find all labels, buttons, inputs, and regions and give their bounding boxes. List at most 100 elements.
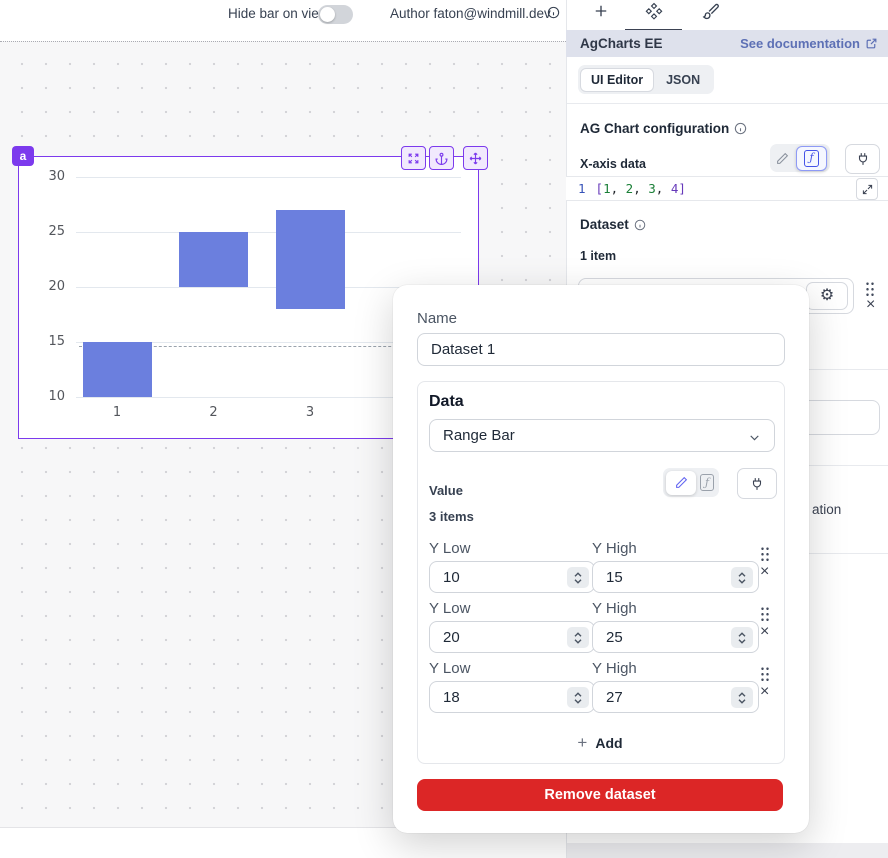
y-low-value: 18 xyxy=(443,689,460,706)
config-info-icon[interactable] xyxy=(734,122,747,135)
panel-divider xyxy=(567,103,888,104)
plug-icon xyxy=(750,477,764,491)
tab-ui-editor[interactable]: UI Editor xyxy=(580,68,654,92)
config-section-title: AG Chart configuration xyxy=(580,121,747,136)
xaxis-static-pencil-button[interactable] xyxy=(773,152,792,165)
y-high-label: Y High xyxy=(592,540,637,557)
hide-bar-label: Hide bar on view xyxy=(228,6,329,21)
pencil-icon xyxy=(776,152,789,165)
xaxis-data-label: X-axis data xyxy=(580,157,646,171)
app-editor-screen: Hide bar on view Author faton@windmill.d… xyxy=(0,0,888,858)
gear-icon: ⚙ xyxy=(820,288,834,304)
y-low-input[interactable]: 10 xyxy=(429,561,595,593)
y-high-value: 25 xyxy=(606,629,623,646)
y-high-input[interactable]: 25 xyxy=(592,621,759,653)
plug-icon xyxy=(856,152,870,166)
y-low-input[interactable]: 20 xyxy=(429,621,595,653)
author-info-icon[interactable] xyxy=(547,6,560,19)
hide-bar-toggle[interactable] xyxy=(318,5,353,24)
y-high-value: 15 xyxy=(606,569,623,586)
component-id-badge: a xyxy=(12,146,34,166)
row-drag-handle[interactable] xyxy=(760,546,770,562)
expand-component-button[interactable] xyxy=(401,146,426,170)
row-remove-icon[interactable]: × xyxy=(760,685,769,699)
x-axis-tick-label: 1 xyxy=(102,405,132,420)
dataset-remove-icon[interactable]: × xyxy=(866,298,875,312)
xaxis-eval-fx-button[interactable]: ƒ xyxy=(796,146,827,171)
code-expand-button[interactable] xyxy=(856,178,878,200)
move-component-button[interactable] xyxy=(463,146,488,170)
see-documentation-link[interactable]: See documentation xyxy=(740,36,878,51)
row-drag-handle[interactable] xyxy=(760,666,770,682)
number-stepper[interactable] xyxy=(567,687,589,708)
items-count-label: 3 items xyxy=(429,509,474,524)
y-high-input[interactable]: 27 xyxy=(592,681,759,713)
add-component-tab[interactable] xyxy=(592,2,610,20)
y-low-value: 20 xyxy=(443,629,460,646)
value-eval-fx-button[interactable]: ƒ xyxy=(698,474,716,491)
range-bar xyxy=(276,210,345,309)
number-stepper[interactable] xyxy=(567,627,589,648)
y-high-input[interactable]: 15 xyxy=(592,561,759,593)
remove-dataset-button[interactable]: Remove dataset xyxy=(417,779,783,811)
value-static-pencil-button[interactable] xyxy=(666,471,696,495)
chevron-down-icon xyxy=(748,431,761,444)
name-label: Name xyxy=(417,310,457,327)
row-drag-handle[interactable] xyxy=(760,606,770,622)
anchor-component-button[interactable] xyxy=(429,146,454,170)
fx-icon: ƒ xyxy=(700,474,714,491)
xaxis-code-editor[interactable]: 1 [1, 2, 3, 4] xyxy=(566,176,888,201)
y-low-label: Y Low xyxy=(429,660,470,677)
maximize-icon xyxy=(862,184,873,195)
chart-type-select[interactable]: Range Bar xyxy=(429,419,775,452)
y-axis-tick-label: 25 xyxy=(23,224,65,239)
number-stepper[interactable] xyxy=(567,567,589,588)
dataset-count-label: 1 item xyxy=(580,249,616,263)
truncated-panel-text: ation xyxy=(812,502,841,517)
y-axis-tick-label: 30 xyxy=(23,169,65,184)
tab-json[interactable]: JSON xyxy=(654,69,712,91)
author-label: Author faton@windmill.dev xyxy=(390,6,551,21)
xaxis-input-mode-group: ƒ xyxy=(770,144,830,172)
range-bar xyxy=(179,232,248,287)
fx-icon: ƒ xyxy=(804,150,818,167)
add-label: Add xyxy=(595,735,622,751)
x-axis-tick-label: 3 xyxy=(295,405,325,420)
x-axis-tick-label: 2 xyxy=(199,405,229,420)
data-heading: Data xyxy=(429,393,464,411)
styling-brush-tab[interactable] xyxy=(702,2,720,20)
y-high-value: 27 xyxy=(606,689,623,706)
see-documentation-label: See documentation xyxy=(740,36,860,51)
panel-title: AgCharts EE xyxy=(580,36,663,51)
y-axis-tick-label: 15 xyxy=(23,334,65,349)
components-tab[interactable] xyxy=(645,2,663,20)
y-axis-tick-label: 20 xyxy=(23,279,65,294)
dataset-info-icon[interactable] xyxy=(634,219,646,231)
remove-dataset-label: Remove dataset xyxy=(544,787,655,803)
value-connect-plug-button[interactable] xyxy=(737,468,777,499)
row-remove-icon[interactable]: × xyxy=(760,565,769,579)
chart-gridline xyxy=(76,177,461,178)
y-low-label: Y Low xyxy=(429,600,470,617)
editor-mode-tabs: UI Editor JSON xyxy=(578,65,714,94)
y-low-value: 10 xyxy=(443,569,460,586)
chart-gridline xyxy=(76,232,461,233)
dataset-name-input[interactable]: Dataset 1 xyxy=(417,333,785,366)
number-stepper[interactable] xyxy=(731,627,753,648)
add-item-button[interactable]: + Add xyxy=(417,731,783,755)
code-line-number: 1 xyxy=(578,181,586,196)
y-high-label: Y High xyxy=(592,660,637,677)
y-low-input[interactable]: 18 xyxy=(429,681,595,713)
y-high-label: Y High xyxy=(592,600,637,617)
row-remove-icon[interactable]: × xyxy=(760,625,769,639)
chart-type-value: Range Bar xyxy=(443,427,515,444)
xaxis-connect-plug-button[interactable] xyxy=(845,144,880,174)
range-bar xyxy=(83,342,152,397)
dataset-section-title: Dataset xyxy=(580,217,646,232)
value-label: Value xyxy=(429,483,463,498)
dataset-drag-handle[interactable] xyxy=(865,281,875,297)
number-stepper[interactable] xyxy=(731,567,753,588)
number-stepper[interactable] xyxy=(731,687,753,708)
panel-bottom-strip xyxy=(567,843,888,858)
dataset-settings-button[interactable]: ⚙ xyxy=(806,282,848,310)
